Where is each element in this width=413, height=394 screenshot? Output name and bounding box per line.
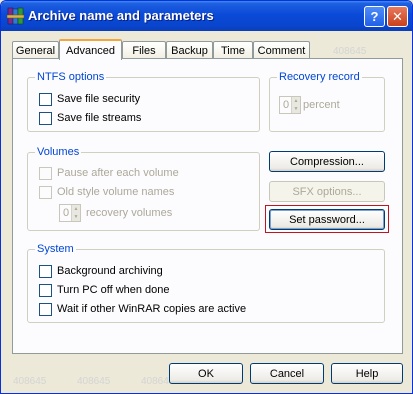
help-title-button[interactable]: ?	[364, 6, 385, 27]
spin-up-icon[interactable]: ▲	[291, 97, 300, 105]
spin-down-icon[interactable]: ▼	[291, 105, 300, 113]
close-icon: ✕	[392, 8, 403, 24]
advanced-panel: NTFS options Save file security Save fil…	[12, 58, 403, 354]
recovery-percent-label: percent	[303, 99, 340, 111]
background-archiving-checkbox[interactable]: Background archiving	[39, 264, 163, 278]
tab-general[interactable]: General	[12, 41, 59, 59]
spin-down-icon[interactable]: ▼	[71, 213, 80, 221]
system-label: System	[35, 243, 76, 255]
cancel-button[interactable]: Cancel	[250, 363, 324, 384]
checkbox-box	[39, 185, 52, 199]
old-style-names-checkbox[interactable]: Old style volume names	[39, 185, 174, 199]
title-bar[interactable]: Archive name and parameters ? ✕	[1, 1, 412, 31]
tab-time[interactable]: Time	[213, 41, 253, 59]
save-file-streams-checkbox[interactable]: Save file streams	[39, 111, 141, 125]
tab-files[interactable]: Files	[122, 41, 166, 59]
ntfs-options-label: NTFS options	[35, 71, 107, 83]
ok-button[interactable]: OK	[169, 363, 243, 384]
tab-comment[interactable]: Comment	[253, 41, 310, 59]
save-file-security-checkbox[interactable]: Save file security	[39, 92, 140, 106]
window-title: Archive name and parameters	[28, 8, 214, 23]
spin-up-icon[interactable]: ▲	[71, 205, 80, 213]
compression-button[interactable]: Compression...	[269, 151, 385, 172]
recovery-record-label: Recovery record	[277, 71, 362, 83]
dialog-window: Archive name and parameters ? ✕ 408645 40…	[0, 0, 413, 394]
watermark-text: 408645	[13, 376, 47, 387]
checkbox-box	[39, 283, 52, 297]
recovery-volumes-label: recovery volumes	[86, 207, 173, 219]
sfx-options-button[interactable]: SFX options...	[269, 181, 385, 202]
checkbox-box	[39, 111, 52, 125]
checkbox-box	[39, 92, 52, 106]
checkbox-box	[39, 166, 52, 180]
close-button[interactable]: ✕	[387, 6, 408, 27]
checkbox-box	[39, 302, 52, 316]
set-password-button[interactable]: Set password...	[269, 209, 385, 230]
wait-other-copies-checkbox[interactable]: Wait if other WinRAR copies are active	[39, 302, 246, 316]
watermark-text: 408645	[77, 376, 111, 387]
tab-advanced[interactable]: Advanced	[59, 39, 122, 60]
winrar-books-icon	[7, 7, 24, 25]
turn-pc-off-checkbox[interactable]: Turn PC off when done	[39, 283, 170, 297]
volumes-label: Volumes	[35, 146, 82, 158]
recovery-volumes-spinner[interactable]: 0 ▲ ▼	[59, 204, 81, 222]
tab-backup[interactable]: Backup	[166, 41, 213, 59]
pause-after-volume-checkbox[interactable]: Pause after each volume	[39, 166, 179, 180]
help-icon: ?	[370, 9, 379, 24]
help-button[interactable]: Help	[331, 363, 403, 384]
watermark-text: 408645	[333, 46, 367, 57]
recovery-percent-spinner[interactable]: 0 ▲ ▼	[279, 96, 301, 114]
checkbox-box	[39, 264, 52, 278]
